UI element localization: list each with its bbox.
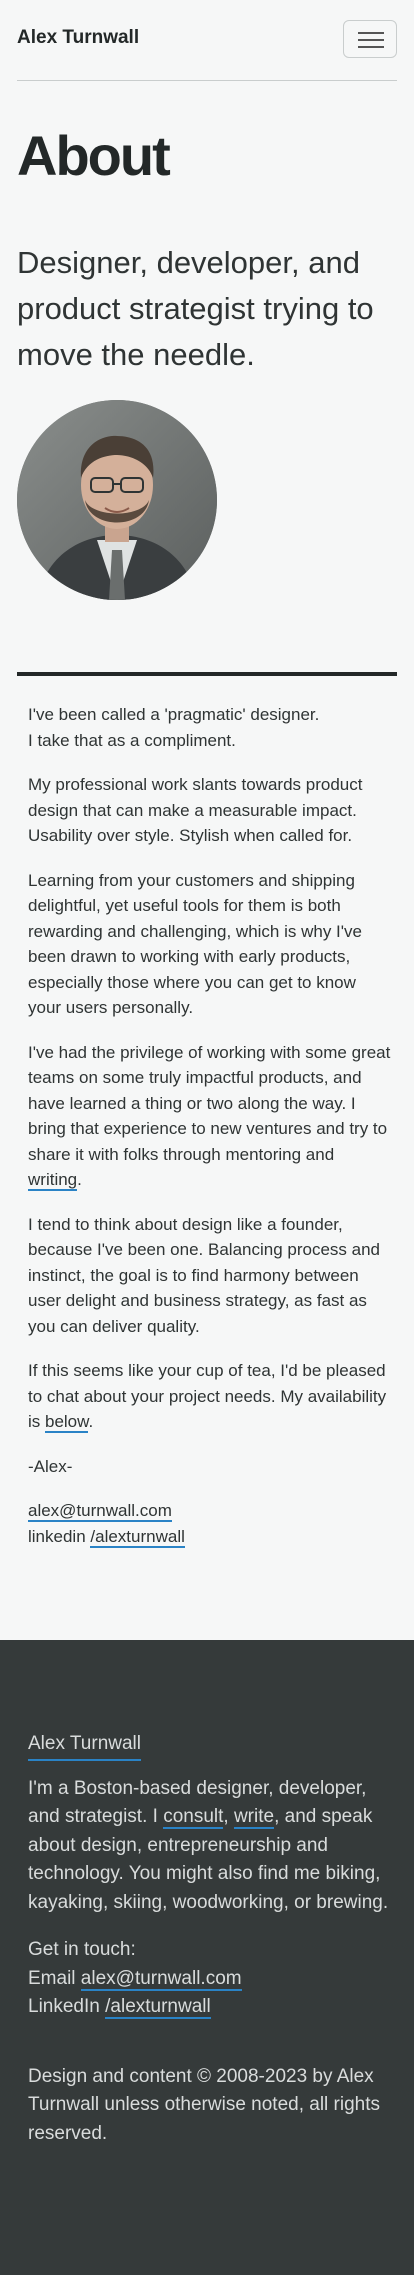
linkedin-link[interactable]: /alexturnwall bbox=[90, 1526, 185, 1548]
menu-toggle-button[interactable] bbox=[343, 20, 397, 58]
email-link[interactable]: alex@turnwall.com bbox=[28, 1501, 172, 1522]
contact-heading: Get in touch: bbox=[28, 1939, 136, 1960]
copyright: Design and content © 2008-2023 by Alex T… bbox=[28, 2065, 381, 2144]
email-label: Email bbox=[28, 1967, 76, 1989]
paragraph-availability: If this seems like your cup of tea, I'd … bbox=[28, 1361, 387, 1433]
paragraph-professional: My professional work slants towards prod… bbox=[28, 775, 363, 845]
avatar bbox=[17, 400, 217, 600]
paragraph-privilege: I've had the privilege of working with s… bbox=[28, 1042, 391, 1191]
footer-brand-link[interactable]: Alex Turnwall bbox=[28, 1730, 141, 1761]
below-link[interactable]: below bbox=[45, 1412, 89, 1433]
footer-bio: I'm a Boston-based designer, developer, … bbox=[28, 1777, 389, 1913]
footer-linkedin-link[interactable]: /alexturnwall bbox=[105, 1996, 211, 2019]
footer-email-link[interactable]: alex@turnwall.com bbox=[80, 1967, 242, 1991]
signoff: -Alex- bbox=[28, 1456, 73, 1476]
site-footer: Alex Turnwall I'm a Boston-based designe… bbox=[0, 1640, 414, 2275]
paragraph-learning: Learning from your customers and shippin… bbox=[28, 870, 362, 1018]
about-content: I've been called a 'pragmatic' designer.… bbox=[28, 702, 392, 1568]
page-title: About bbox=[17, 124, 171, 187]
consult-link[interactable]: consult bbox=[163, 1806, 224, 1829]
avatar-photo bbox=[17, 400, 217, 600]
hamburger-icon-bar bbox=[358, 39, 384, 41]
hamburger-icon bbox=[358, 32, 384, 34]
intro-paragraph: I've been called a 'pragmatic' designer.… bbox=[28, 705, 320, 750]
linkedin-label: linkedin bbox=[28, 1526, 86, 1546]
site-header: Alex Turnwall bbox=[17, 0, 397, 81]
tagline: Designer, developer, and product strateg… bbox=[17, 245, 374, 372]
site-brand[interactable]: Alex Turnwall bbox=[17, 27, 139, 49]
footer-contact: Get in touch: Email alex@turnwall.com Li… bbox=[28, 1936, 392, 2022]
linkedin-label: LinkedIn bbox=[28, 1996, 100, 2017]
write-link[interactable]: write bbox=[233, 1806, 275, 1829]
hamburger-icon-bar bbox=[358, 46, 384, 48]
section-divider bbox=[17, 672, 397, 676]
footer-content: Alex Turnwall I'm a Boston-based designe… bbox=[28, 1730, 392, 2167]
paragraph-founder: I tend to think about design like a foun… bbox=[28, 1214, 380, 1336]
contact-block: alex@turnwall.com linkedin /alexturnwall bbox=[28, 1498, 392, 1549]
writing-link[interactable]: writing bbox=[28, 1170, 78, 1191]
footer-spacer bbox=[28, 2041, 392, 2063]
